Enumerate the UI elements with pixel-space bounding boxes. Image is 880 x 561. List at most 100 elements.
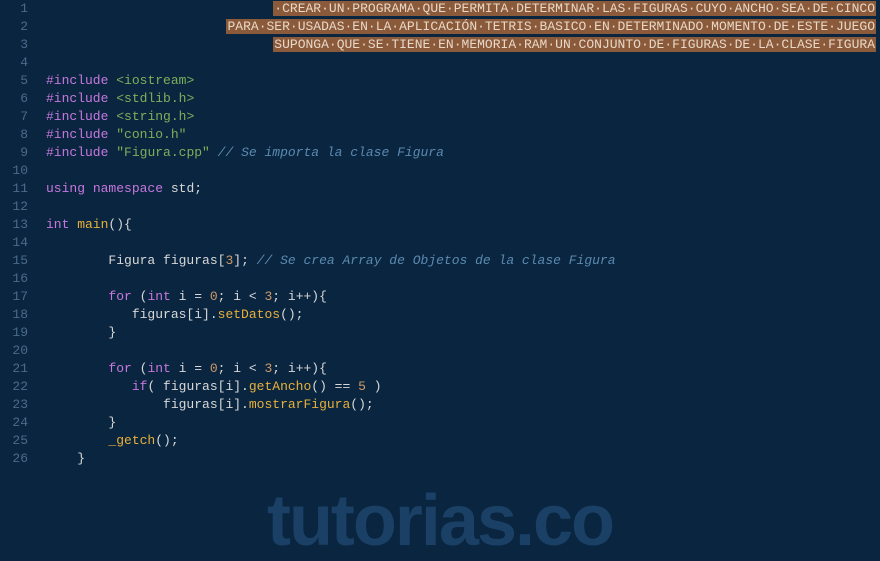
comment-highlight: SUPONGA·QUE·SE·TIENE·EN·MEMORIA·RAM·UN·C…	[273, 37, 876, 52]
number-literal: 5	[358, 379, 366, 394]
line-number: 18	[0, 306, 28, 324]
line-number: 8	[0, 126, 28, 144]
code-line	[46, 54, 880, 72]
include-header: <iostream>	[116, 73, 194, 88]
code-line: figuras[i].setDatos();	[46, 306, 880, 324]
keyword: namespace	[93, 181, 163, 196]
line-number: 7	[0, 108, 28, 126]
keyword: for	[108, 361, 131, 376]
line-number: 2	[0, 18, 28, 36]
code-line: #include <iostream>	[46, 72, 880, 90]
line-number: 22	[0, 378, 28, 396]
code-line: using namespace std;	[46, 180, 880, 198]
preproc-keyword: #include	[46, 145, 108, 160]
punct: () ==	[311, 379, 358, 394]
line-number: 5	[0, 72, 28, 90]
line-number-gutter: 1 2 3 4 5 6 7 8 9 10 11 12 13 14 15 16 1…	[0, 0, 38, 468]
punct: (	[132, 361, 148, 376]
punct: ();	[155, 433, 178, 448]
line-number: 4	[0, 54, 28, 72]
include-header: <stdlib.h>	[116, 91, 194, 106]
line-number: 14	[0, 234, 28, 252]
punct: (){	[108, 217, 131, 232]
punct: ();	[280, 307, 303, 322]
punct: }	[108, 325, 116, 340]
include-header: <string.h>	[116, 109, 194, 124]
punct: ];	[233, 253, 249, 268]
function-name: _getch	[108, 433, 155, 448]
type-name: Figura	[108, 253, 163, 268]
line-number: 9	[0, 144, 28, 162]
code-line: }	[46, 324, 880, 342]
include-header: "conio.h"	[116, 127, 186, 142]
preproc-keyword: #include	[46, 73, 108, 88]
preproc-keyword: #include	[46, 127, 108, 142]
line-number: 21	[0, 360, 28, 378]
line-number: 3	[0, 36, 28, 54]
line-number: 12	[0, 198, 28, 216]
line-number: 24	[0, 414, 28, 432]
line-number: 15	[0, 252, 28, 270]
code-line: for (int i = 0; i < 3; i++){	[46, 288, 880, 306]
code-line: int main(){	[46, 216, 880, 234]
line-number: 10	[0, 162, 28, 180]
identifier: figuras[	[163, 253, 225, 268]
line-comment: // Se importa la clase Figura	[210, 145, 444, 160]
code-editor[interactable]: 1 2 3 4 5 6 7 8 9 10 11 12 13 14 15 16 1…	[0, 0, 880, 468]
identifier: figuras[i].	[163, 397, 249, 412]
include-header: "Figura.cpp"	[116, 145, 210, 160]
line-number: 17	[0, 288, 28, 306]
punct: }	[77, 451, 85, 466]
type-keyword: int	[46, 217, 69, 232]
watermark-text: tutorias.co	[0, 512, 880, 530]
code-line: #include "Figura.cpp" // Se importa la c…	[46, 144, 880, 162]
line-number: 20	[0, 342, 28, 360]
line-comment: // Se crea Array de Objetos de la clase …	[249, 253, 616, 268]
code-line	[46, 198, 880, 216]
line-number: 1	[0, 0, 28, 18]
punct: i =	[171, 361, 210, 376]
code-line: #include <stdlib.h>	[46, 90, 880, 108]
code-line: figuras[i].mostrarFigura();	[46, 396, 880, 414]
code-line: PARA·SER·USADAS·EN·LA·APLICACIÓN·TETRIS·…	[46, 18, 880, 36]
code-line	[46, 270, 880, 288]
type-keyword: int	[147, 361, 170, 376]
code-line: }	[46, 414, 880, 432]
code-line: for (int i = 0; i < 3; i++){	[46, 360, 880, 378]
line-number: 25	[0, 432, 28, 450]
preproc-keyword: #include	[46, 109, 108, 124]
keyword: if	[132, 379, 148, 394]
code-line: _getch();	[46, 432, 880, 450]
line-number: 23	[0, 396, 28, 414]
punct: ; i++){	[272, 289, 327, 304]
line-number: 16	[0, 270, 28, 288]
comment-highlight: PARA·SER·USADAS·EN·LA·APLICACIÓN·TETRIS·…	[226, 19, 876, 34]
punct: ; i <	[218, 289, 265, 304]
code-line: }	[46, 450, 880, 468]
method-name: setDatos	[218, 307, 280, 322]
function-name: main	[69, 217, 108, 232]
punct: }	[108, 415, 116, 430]
code-line: SUPONGA·QUE·SE·TIENE·EN·MEMORIA·RAM·UN·C…	[46, 36, 880, 54]
method-name: mostrarFigura	[249, 397, 350, 412]
code-line: if( figuras[i].getAncho() == 5 )	[46, 378, 880, 396]
line-number: 11	[0, 180, 28, 198]
code-content[interactable]: ·CREAR·UN·PROGRAMA·QUE·PERMITA·DETERMINA…	[38, 0, 880, 468]
keyword: using	[46, 181, 85, 196]
line-number: 6	[0, 90, 28, 108]
punct: i =	[171, 289, 210, 304]
punct: ( figuras[i].	[147, 379, 248, 394]
comment-highlight: ·CREAR·UN·PROGRAMA·QUE·PERMITA·DETERMINA…	[273, 1, 876, 16]
type-keyword: int	[147, 289, 170, 304]
code-line: #include "conio.h"	[46, 126, 880, 144]
code-line: #include <string.h>	[46, 108, 880, 126]
line-number: 26	[0, 450, 28, 468]
code-line	[46, 342, 880, 360]
punct: ; i <	[218, 361, 265, 376]
preproc-keyword: #include	[46, 91, 108, 106]
identifier: figuras[i].	[132, 307, 218, 322]
punct: (	[132, 289, 148, 304]
code-line	[46, 162, 880, 180]
code-line: ·CREAR·UN·PROGRAMA·QUE·PERMITA·DETERMINA…	[46, 0, 880, 18]
method-name: getAncho	[249, 379, 311, 394]
